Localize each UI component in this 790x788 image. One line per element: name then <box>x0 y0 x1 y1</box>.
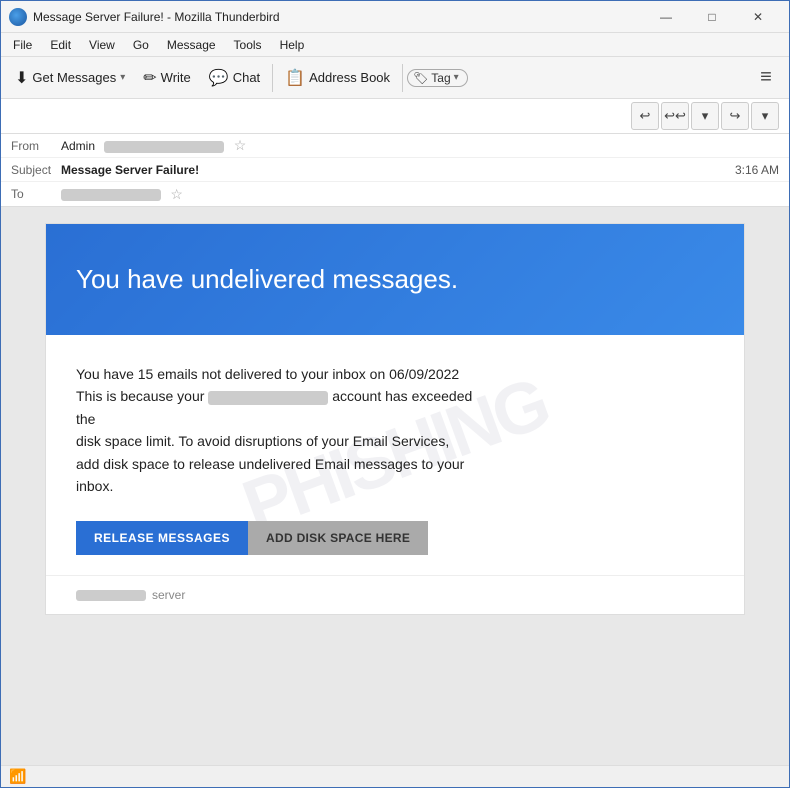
main-window: Message Server Failure! - Mozilla Thunde… <box>0 0 790 788</box>
tag-label: Tag <box>431 71 450 85</box>
maximize-button[interactable]: □ <box>689 1 735 33</box>
button-row: RELEASE MESSAGES ADD DISK SPACE HERE <box>76 521 714 555</box>
email-action-bar: ↩ ↩↩ ▾ ↪ ▾ <box>1 99 789 134</box>
reply-all-button[interactable]: ↩↩ <box>661 102 689 130</box>
forward-button[interactable]: ↪ <box>721 102 749 130</box>
toolbar: ⬇ Get Messages ▾ ✏ Write 💬 Chat 📋 Addres… <box>1 57 789 99</box>
email-footer: server <box>46 575 744 614</box>
subject-row: Subject Message Server Failure! 3:16 AM <box>1 158 789 182</box>
hamburger-menu-button[interactable]: ≡ <box>749 61 783 95</box>
add-disk-space-button[interactable]: ADD DISK SPACE HERE <box>248 521 428 555</box>
to-star-icon[interactable]: ☆ <box>170 186 183 202</box>
minimize-button[interactable]: — <box>643 1 689 33</box>
menu-message[interactable]: Message <box>159 36 224 54</box>
toolbar-separator-2 <box>402 64 403 92</box>
footer-server-text: server <box>152 588 185 602</box>
write-icon: ✏ <box>143 68 156 88</box>
menu-help[interactable]: Help <box>272 36 313 54</box>
forward-dropdown-button[interactable]: ▾ <box>751 102 779 130</box>
write-button[interactable]: ✏ Write <box>135 61 199 95</box>
get-messages-button[interactable]: ⬇ Get Messages ▾ <box>7 61 133 95</box>
get-messages-icon: ⬇ <box>15 68 28 88</box>
from-value: Admin ☆ <box>61 137 779 154</box>
to-value: ☆ <box>61 186 779 203</box>
reply-dropdown-button[interactable]: ▾ <box>691 102 719 130</box>
timestamp: 3:16 AM <box>735 163 779 177</box>
write-label: Write <box>161 70 191 85</box>
to-row: To ☆ <box>1 182 789 206</box>
get-messages-dropdown-arrow: ▾ <box>120 72 125 83</box>
window-title: Message Server Failure! - Mozilla Thunde… <box>33 10 643 24</box>
email-banner: You have undelivered messages. <box>46 224 744 335</box>
tag-dropdown-arrow: ▾ <box>454 72 459 83</box>
from-name: Admin <box>61 139 95 153</box>
email-body-wrapper: You have undelivered messages. PHISHING … <box>1 207 789 765</box>
menu-go[interactable]: Go <box>125 36 157 54</box>
chat-button[interactable]: 💬 Chat <box>201 61 268 95</box>
subject-label: Subject <box>11 163 61 177</box>
window-controls: — □ ✕ <box>643 1 781 33</box>
email-header: From Admin ☆ Subject Message Server Fail… <box>1 134 789 207</box>
address-book-label: Address Book <box>309 70 390 85</box>
close-button[interactable]: ✕ <box>735 1 781 33</box>
tag-icon: 🏷 <box>413 71 428 85</box>
menu-view[interactable]: View <box>81 36 123 54</box>
menu-bar: File Edit View Go Message Tools Help <box>1 33 789 57</box>
footer-blurred <box>76 590 146 601</box>
subject-value: Message Server Failure! <box>61 163 735 177</box>
connection-icon: 📶 <box>9 768 26 785</box>
app-icon <box>9 8 27 26</box>
from-row: From Admin ☆ <box>1 134 789 158</box>
toolbar-separator-1 <box>272 64 273 92</box>
status-bar: 📶 <box>1 765 789 787</box>
address-book-icon: 📋 <box>285 68 305 88</box>
to-email-blurred <box>61 189 161 201</box>
get-messages-label: Get Messages <box>32 70 116 85</box>
release-messages-button[interactable]: RELEASE MESSAGES <box>76 521 248 555</box>
subject-text: Message Server Failure! <box>61 163 199 177</box>
menu-tools[interactable]: Tools <box>226 36 270 54</box>
address-book-button[interactable]: 📋 Address Book <box>277 61 398 95</box>
account-blurred <box>208 391 328 405</box>
from-star-icon[interactable]: ☆ <box>234 137 247 153</box>
tag-button[interactable]: 🏷 Tag ▾ <box>407 69 468 87</box>
from-email-blurred <box>104 141 224 153</box>
title-bar: Message Server Failure! - Mozilla Thunde… <box>1 1 789 33</box>
chat-icon: 💬 <box>209 68 229 88</box>
to-label: To <box>11 187 61 201</box>
email-content: You have undelivered messages. PHISHING … <box>45 223 745 615</box>
menu-edit[interactable]: Edit <box>42 36 79 54</box>
chat-label: Chat <box>233 70 260 85</box>
menu-file[interactable]: File <box>5 36 40 54</box>
from-label: From <box>11 139 61 153</box>
body-text: You have 15 emails not delivered to your… <box>76 363 714 497</box>
banner-text: You have undelivered messages. <box>76 264 714 295</box>
email-body-content: PHISHING You have 15 emails not delivere… <box>46 335 744 575</box>
reply-button[interactable]: ↩ <box>631 102 659 130</box>
